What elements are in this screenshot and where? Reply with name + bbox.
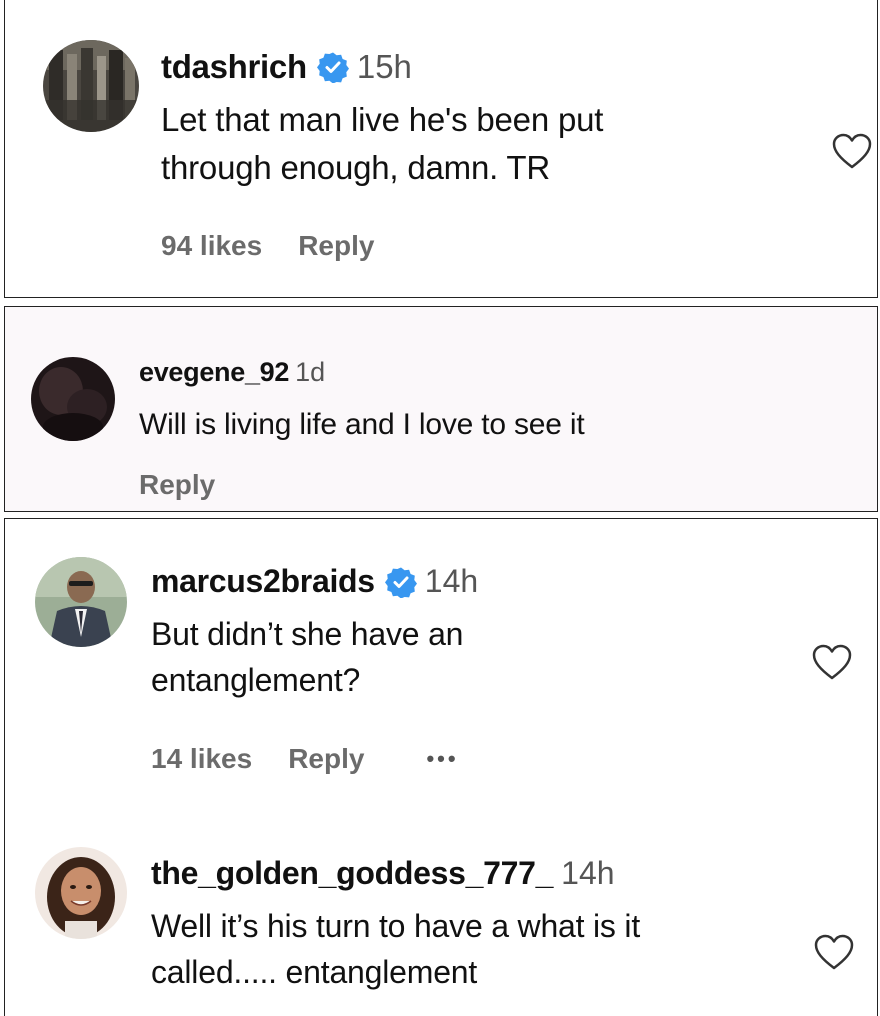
reply-button[interactable]: Reply	[298, 230, 374, 262]
comment-text: But didn’t she have an entanglement?	[151, 611, 463, 704]
avatar-evegene_92[interactable]	[31, 357, 115, 441]
comment-actions: 94 likes Reply	[161, 230, 374, 262]
timestamp: 14h	[561, 855, 615, 891]
comment-panel-tdashrich: tdashrich 15h Let that man live he's bee…	[4, 0, 878, 298]
comment-panel-evegene: evegene_92 1d Will is living life and I …	[4, 306, 878, 512]
comment-panel-thread: marcus2braids 14h But didn’t she have an…	[4, 518, 878, 1016]
comment-line: But didn’t she have an	[151, 616, 464, 652]
verified-badge-icon	[316, 51, 349, 83]
username[interactable]: the_golden_goddess_777_	[151, 855, 553, 892]
avatar-marcus2braids[interactable]	[35, 557, 127, 647]
verified-badge-icon	[384, 566, 417, 598]
comment-header: tdashrich 15h	[161, 48, 412, 86]
comment-line: Will is living life and I love to see it	[139, 408, 585, 441]
comment-actions: 14 likes Reply •••	[151, 743, 459, 775]
reply-button[interactable]: Reply	[139, 469, 215, 501]
likes-count[interactable]: 94 likes	[161, 230, 262, 262]
avatar-the_golden_goddess_777_[interactable]	[35, 847, 127, 939]
more-options-icon[interactable]: •••	[426, 746, 458, 772]
comment-header: marcus2braids 14h	[151, 563, 478, 600]
heart-outline-icon[interactable]	[811, 643, 853, 681]
comment-header: evegene_92 1d	[139, 357, 325, 388]
avatar-tdashrich[interactable]	[43, 40, 139, 132]
timestamp: 15h	[356, 48, 412, 85]
username[interactable]: marcus2braids	[151, 563, 375, 600]
username[interactable]: tdashrich	[161, 48, 307, 86]
likes-count[interactable]: 14 likes	[151, 743, 252, 775]
timestamp: 1d	[295, 357, 326, 387]
comment-line: called..... entanglement	[151, 954, 478, 991]
comment-header: the_golden_goddess_777_ 14h	[151, 855, 615, 892]
comment-line: through enough, damn. TR	[161, 148, 551, 186]
username[interactable]: evegene_92	[139, 357, 289, 388]
heart-outline-icon[interactable]	[831, 132, 873, 170]
reply-button[interactable]: Reply	[288, 743, 364, 775]
comment-text: Let that man live he's been put through …	[161, 96, 603, 192]
comment-text: Well it’s his turn to have a what is it …	[151, 903, 640, 996]
comment-line: entanglement?	[151, 662, 361, 699]
comment-actions: Reply	[139, 469, 215, 501]
comment-line: Let that man live he's been put	[161, 101, 604, 138]
timestamp: 14h	[424, 563, 479, 599]
heart-outline-icon[interactable]	[813, 933, 855, 971]
comment-text: Will is living life and I love to see it	[139, 403, 585, 447]
comment-line: Well it’s his turn to have a what is it	[151, 908, 641, 944]
